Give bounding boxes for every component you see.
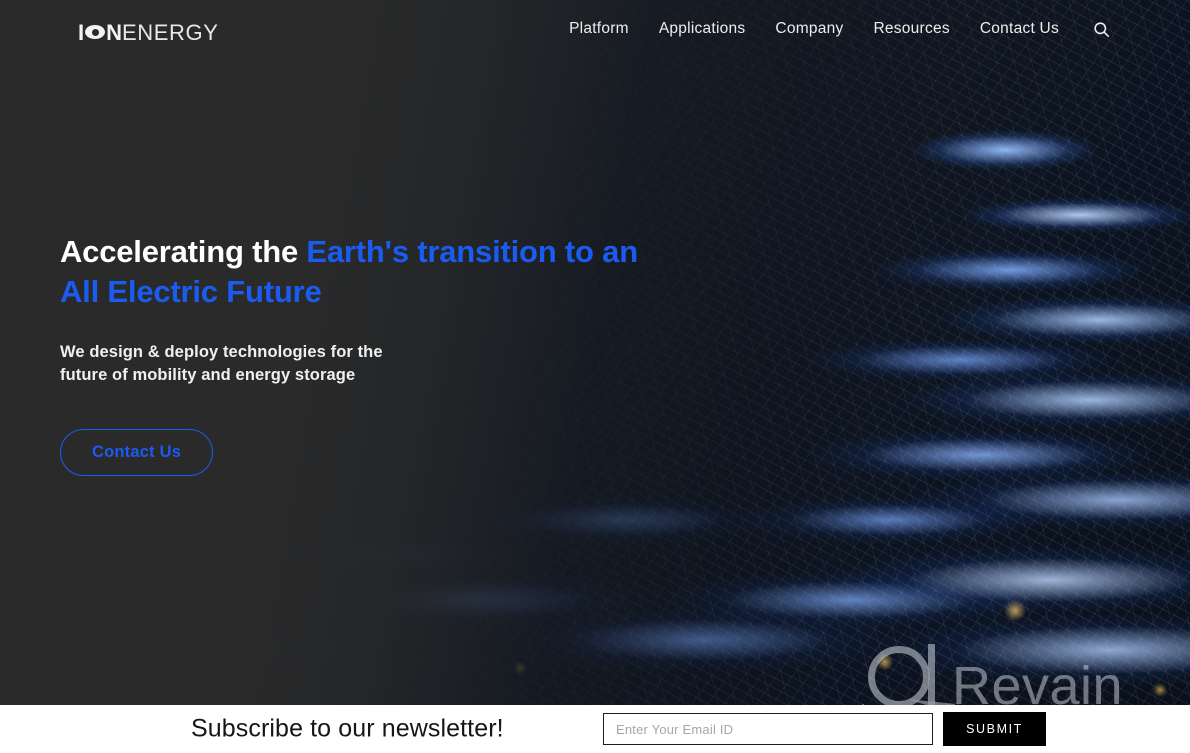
- nav-item-company[interactable]: Company: [775, 20, 843, 38]
- site-logo[interactable]: I N ENERGY: [78, 20, 219, 46]
- newsletter-email-input[interactable]: [603, 713, 933, 745]
- lens-o-icon: [85, 25, 106, 39]
- logo-letter-i: I: [78, 20, 85, 45]
- main-navigation: Platform Applications Company Resources …: [569, 18, 1112, 40]
- logo-letter-n: N: [106, 20, 123, 45]
- hero-subheading: We design & deploy technologies for the …: [60, 342, 383, 385]
- hero-copy-block: Accelerating the Earth's transition to a…: [60, 232, 680, 477]
- page-root: I N ENERGY Platform Applications Company…: [0, 0, 1190, 753]
- newsletter-bar: Subscribe to our newsletter! SUBMIT: [0, 705, 1190, 753]
- nav-item-resources[interactable]: Resources: [873, 20, 949, 38]
- logo-word-energy: ENERGY: [122, 20, 219, 45]
- search-icon[interactable]: [1090, 18, 1112, 40]
- nav-item-contact-us[interactable]: Contact Us: [980, 20, 1059, 38]
- nav-item-applications[interactable]: Applications: [659, 20, 746, 38]
- newsletter-title: Subscribe to our newsletter!: [191, 714, 504, 743]
- site-header: I N ENERGY Platform Applications Company…: [0, 0, 1190, 58]
- newsletter-submit-button[interactable]: SUBMIT: [943, 712, 1046, 746]
- nav-item-platform[interactable]: Platform: [569, 20, 629, 38]
- hero-headline-white: Accelerating the: [60, 234, 307, 269]
- hero-section: I N ENERGY Platform Applications Company…: [0, 0, 1190, 705]
- hero-headline: Accelerating the Earth's transition to a…: [60, 232, 680, 313]
- hero-contact-us-button[interactable]: Contact Us: [60, 429, 214, 477]
